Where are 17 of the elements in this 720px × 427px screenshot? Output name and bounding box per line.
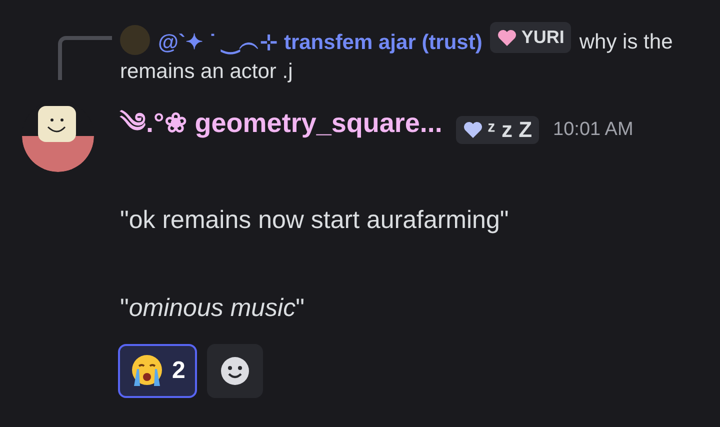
reply-avatar [120,24,150,54]
reaction-button[interactable]: 2 [118,344,198,398]
message-text: "ominous music" [120,292,306,324]
message-text: "ok remains now start aurafarming" [120,204,510,236]
reply-author-name[interactable]: @`✦ ˙ ‿︵⊹ transfem ajar (trust) [158,30,482,54]
guild-tag-text: ᶻ z Z [487,116,532,142]
crying-face-icon [130,354,164,388]
reply-text: remains an actor .j [120,60,293,82]
timestamp: 10:01 AM [553,118,634,140]
reply-text: why is the [579,30,673,54]
smiley-icon [220,356,250,386]
reply-connector-line [58,36,112,80]
guild-tag-text: YURI [521,26,564,49]
add-reaction-button[interactable] [207,344,264,398]
heart-icon [497,28,518,46]
author-name[interactable]: ༄.°❀ geometry_square... [120,92,442,168]
heart-icon [463,120,484,138]
